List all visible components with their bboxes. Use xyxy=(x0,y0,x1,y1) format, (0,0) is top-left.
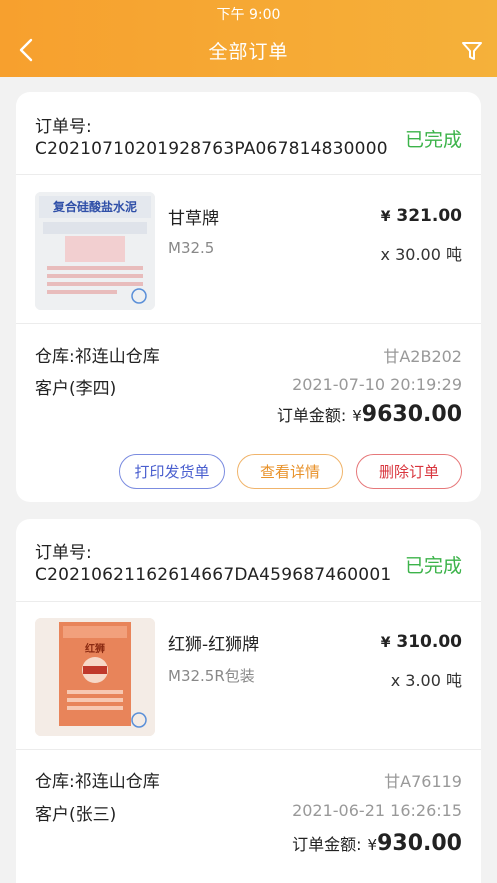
product-spec: M32.5R包装 xyxy=(168,667,255,685)
divider xyxy=(16,749,481,750)
filter-icon xyxy=(462,42,482,60)
customer-label: 客户(李四) xyxy=(35,379,117,399)
status-bar-time: 下午 9:00 xyxy=(216,7,281,23)
delete-order-button[interactable]: 删除订单 xyxy=(356,454,462,489)
price-value: 321.00 xyxy=(396,206,462,226)
product-spec: M32.5 xyxy=(168,239,215,257)
order-card: 订单号: C20210621162614667DA459687460001 已完… xyxy=(16,519,481,883)
total-label: 订单金额: xyxy=(292,835,362,854)
order-number-label: 订单号: xyxy=(35,117,92,137)
order-total: 订单金额: ¥930.00 xyxy=(292,831,462,856)
plate-number: 甘A2B202 xyxy=(383,347,462,366)
product-quantity: x 30.00 吨 xyxy=(380,245,462,264)
warehouse-label: 仓库:祁连山仓库 xyxy=(35,772,160,792)
divider xyxy=(16,174,481,175)
total-label: 订单金额: xyxy=(276,406,347,425)
bag-label: 红狮 xyxy=(85,642,105,655)
price-value: 310.00 xyxy=(396,632,462,652)
price-currency: ¥ xyxy=(380,209,391,225)
order-number-label: 订单号: xyxy=(35,543,92,563)
order-status: 已完成 xyxy=(404,555,462,577)
divider xyxy=(16,601,481,602)
total-amount: 930.00 xyxy=(377,831,462,856)
cement-bag-image: 复合硅酸盐水泥 xyxy=(35,192,155,310)
warehouse-label: 仓库:祁连山仓库 xyxy=(35,347,160,367)
product-price: ¥ 310.00 xyxy=(381,632,462,652)
print-delivery-button[interactable]: 打印发货单 xyxy=(119,454,225,489)
order-total: 订单金额: ¥9630.00 xyxy=(277,402,462,427)
product-quantity: x 3.00 吨 xyxy=(390,671,462,690)
bag-label: 复合硅酸盐水泥 xyxy=(52,199,137,214)
product-image[interactable]: 红狮 xyxy=(35,618,155,736)
order-datetime: 2021-06-21 16:26:15 xyxy=(292,801,462,820)
product-price: ¥ 321.00 xyxy=(381,206,462,226)
product-name: 红狮-红狮牌 xyxy=(168,635,260,655)
price-currency: ¥ xyxy=(380,635,391,651)
total-currency: ¥ xyxy=(352,407,362,425)
total-amount: 9630.00 xyxy=(361,402,462,427)
page-title: 全部订单 xyxy=(208,41,289,63)
cement-bag-image: 红狮 xyxy=(35,618,155,736)
order-status: 已完成 xyxy=(404,129,462,151)
view-details-button[interactable]: 查看详情 xyxy=(237,454,343,489)
product-image[interactable]: 复合硅酸盐水泥 xyxy=(35,192,155,310)
total-currency: ¥ xyxy=(367,836,378,854)
filter-button[interactable] xyxy=(459,38,485,64)
header-bar: 下午 9:00 全部订单 xyxy=(0,0,497,77)
order-number: C2021071020192876­3PA067814830000 xyxy=(35,139,388,159)
order-number: C20210621162614667DA459687460001 xyxy=(35,565,392,585)
product-name: 甘草牌 xyxy=(168,209,219,229)
order-datetime: 2021-07-10 20:19:29 xyxy=(292,375,462,394)
order-card: 订单号: C2021071020192876­3PA067814830000 已… xyxy=(16,92,481,502)
plate-number: 甘A76119 xyxy=(384,772,462,791)
customer-label: 客户(张三) xyxy=(35,805,117,825)
divider xyxy=(16,323,481,324)
